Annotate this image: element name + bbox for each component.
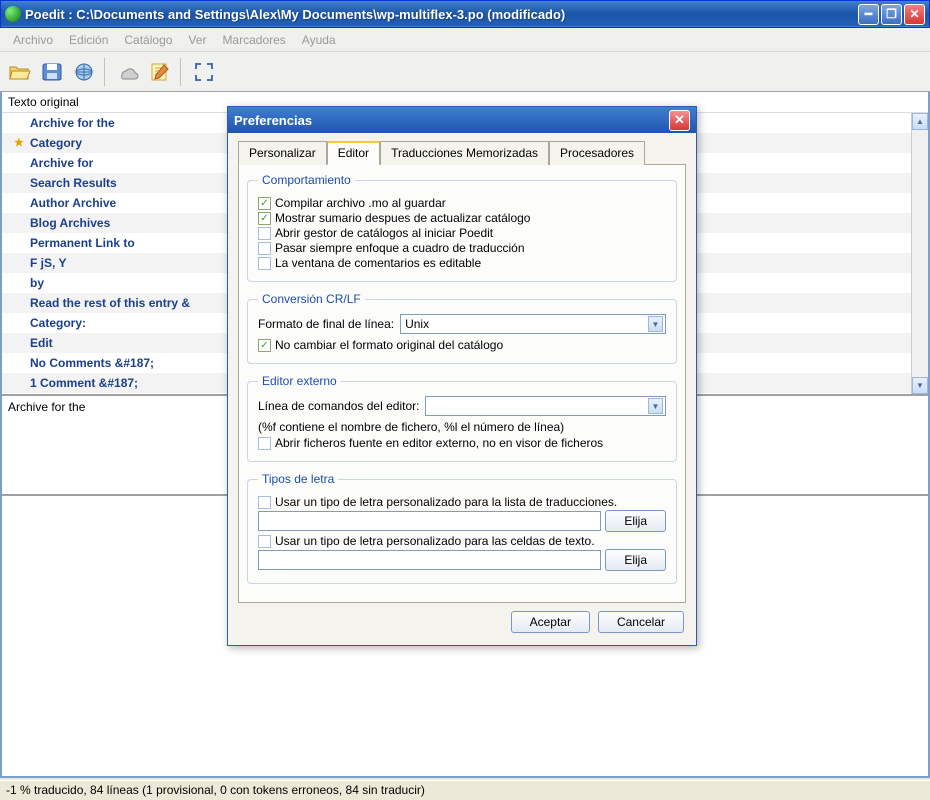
label-open-manager: Abrir gestor de catálogos al iniciar Poe… — [275, 226, 493, 240]
app-icon — [5, 6, 21, 22]
checkbox-show-summary[interactable]: ✓ — [258, 212, 271, 225]
menu-bookmarks[interactable]: Marcadores — [215, 30, 292, 50]
dialog-titlebar: Preferencias ✕ — [228, 107, 696, 133]
tab-editor[interactable]: Editor — [327, 141, 380, 165]
toolbar-separator — [180, 58, 184, 86]
input-font-cells[interactable] — [258, 550, 601, 570]
cloud-icon[interactable] — [114, 58, 142, 86]
ok-button[interactable]: Aceptar — [511, 611, 590, 633]
fullscreen-icon[interactable] — [190, 58, 218, 86]
label-comments-editable: La ventana de comentarios es editable — [275, 256, 481, 270]
checkbox-comments-editable[interactable] — [258, 257, 271, 270]
legend-external: Editor externo — [258, 374, 341, 388]
legend-behavior: Comportamiento — [258, 173, 355, 187]
label-eol-format: Formato de final de línea: — [258, 317, 394, 331]
scroll-up-icon[interactable]: ▲ — [912, 113, 928, 130]
checkbox-keep-format[interactable]: ✓ — [258, 339, 271, 352]
source-text: Archive for the — [8, 400, 85, 414]
checkbox-open-external[interactable] — [258, 437, 271, 450]
statusbar: -1 % traducido, 84 líneas (1 provisional… — [0, 780, 930, 800]
titlebar: Poedit : C:\Documents and Settings\Alex\… — [0, 0, 930, 28]
combo-eol-format[interactable]: Unix ▼ — [400, 314, 666, 334]
tab-processors[interactable]: Procesadores — [549, 141, 645, 165]
menu-catalog[interactable]: Catálogo — [117, 30, 179, 50]
label-focus-translation: Pasar siempre enfoque a cuadro de traduc… — [275, 241, 525, 255]
label-editor-cmd: Línea de comandos del editor: — [258, 399, 419, 413]
label-compile-mo: Compilar archivo .mo al guardar — [275, 196, 446, 210]
star-icon: ★ — [14, 136, 24, 149]
combo-eol-value: Unix — [405, 317, 429, 331]
checkbox-focus-translation[interactable] — [258, 242, 271, 255]
choose-font-list-button[interactable]: Elija — [605, 510, 666, 532]
label-open-external: Abrir ficheros fuente en editor externo,… — [275, 436, 603, 450]
cancel-button[interactable]: Cancelar — [598, 611, 684, 633]
group-external-editor: Editor externo Línea de comandos del edi… — [247, 374, 677, 462]
checkbox-font-list[interactable] — [258, 496, 271, 509]
group-crlf: Conversión CR/LF Formato de final de lín… — [247, 292, 677, 364]
chevron-down-icon[interactable]: ▼ — [648, 316, 663, 332]
dialog-title: Preferencias — [234, 113, 669, 128]
label-show-summary: Mostrar sumario despues de actualizar ca… — [275, 211, 530, 225]
dialog-close-button[interactable]: ✕ — [669, 110, 690, 131]
checkbox-font-cells[interactable] — [258, 535, 271, 548]
chevron-down-icon[interactable]: ▼ — [648, 398, 663, 414]
dialog-buttons: Aceptar Cancelar — [238, 603, 686, 635]
toolbar — [0, 52, 930, 92]
group-fonts: Tipos de letra Usar un tipo de letra per… — [247, 472, 677, 584]
legend-crlf: Conversión CR/LF — [258, 292, 365, 306]
note-icon[interactable] — [146, 58, 174, 86]
open-icon[interactable] — [6, 58, 34, 86]
menu-help[interactable]: Ayuda — [295, 30, 343, 50]
checkbox-compile-mo[interactable]: ✓ — [258, 197, 271, 210]
menu-edit[interactable]: Edición — [62, 30, 115, 50]
menubar: Archivo Edición Catálogo Ver Marcadores … — [0, 28, 930, 52]
close-button[interactable]: ✕ — [904, 4, 925, 25]
input-font-list[interactable] — [258, 511, 601, 531]
choose-font-cells-button[interactable]: Elija — [605, 549, 666, 571]
maximize-button[interactable]: ❐ — [881, 4, 902, 25]
label-font-list: Usar un tipo de letra personalizado para… — [275, 495, 617, 509]
preferences-dialog: Preferencias ✕ Personalizar Editor Tradu… — [227, 106, 697, 646]
label-keep-format: No cambiar el formato original del catál… — [275, 338, 503, 352]
minimize-button[interactable]: ━ — [858, 4, 879, 25]
tab-personalize[interactable]: Personalizar — [238, 141, 327, 165]
globe-icon[interactable] — [70, 58, 98, 86]
tab-panel-editor: Comportamiento ✓ Compilar archivo .mo al … — [238, 164, 686, 603]
scroll-down-icon[interactable]: ▼ — [912, 377, 928, 394]
checkbox-open-manager[interactable] — [258, 227, 271, 240]
menu-view[interactable]: Ver — [181, 30, 213, 50]
tabs: Personalizar Editor Traducciones Memoriz… — [238, 141, 686, 165]
window-controls: ━ ❐ ✕ — [858, 4, 925, 25]
hint-editor-cmd: (%f contiene el nombre de fichero, %l el… — [258, 420, 666, 434]
tab-tm[interactable]: Traducciones Memorizadas — [380, 141, 549, 165]
scrollbar[interactable]: ▲ ▼ — [911, 113, 928, 394]
window-title: Poedit : C:\Documents and Settings\Alex\… — [25, 7, 858, 22]
toolbar-separator — [104, 58, 108, 86]
group-behavior: Comportamiento ✓ Compilar archivo .mo al … — [247, 173, 677, 282]
menu-file[interactable]: Archivo — [6, 30, 60, 50]
save-icon[interactable] — [38, 58, 66, 86]
combo-editor-cmd[interactable]: ▼ — [425, 396, 666, 416]
label-font-cells: Usar un tipo de letra personalizado para… — [275, 534, 595, 548]
legend-fonts: Tipos de letra — [258, 472, 338, 486]
